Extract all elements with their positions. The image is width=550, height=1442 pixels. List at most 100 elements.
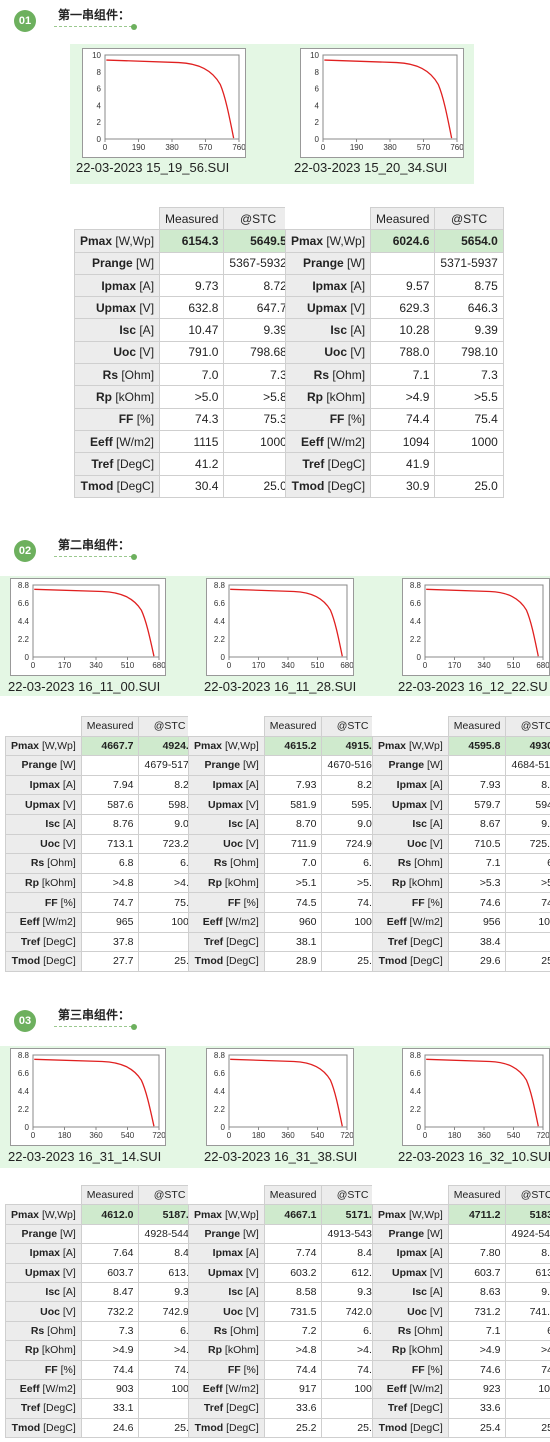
- row-label-unit: [A]: [427, 1286, 443, 1299]
- x-tick-label: 380: [165, 143, 179, 152]
- measured-value: 603.7: [80, 1262, 140, 1283]
- row-label-name: Pmax: [291, 233, 324, 248]
- row-label-unit: [A]: [243, 818, 259, 831]
- row-label-unit: [W/m2]: [112, 434, 155, 449]
- measured-value: 9.57: [370, 273, 436, 298]
- stc-value: [434, 452, 504, 476]
- stc-value: 6.5: [505, 1320, 550, 1342]
- table-row-pmax: Pmax [W,Wp]4595.84930.2: [372, 735, 550, 757]
- row-label-name: Tmod: [80, 479, 114, 494]
- measurement-table: Measured @STC Pmax [W,Wp] 4612.0 5187.2 Prang…: [5, 1184, 201, 1439]
- section-title-dot: [131, 554, 137, 560]
- row-label-unit: [A]: [60, 1247, 76, 1260]
- measured-value: 74.4: [370, 407, 436, 431]
- table-header-row: Measured @STC: [372, 1184, 550, 1206]
- y-tick-label: 2.2: [214, 1105, 226, 1114]
- row-label: Ipmax [A]: [5, 774, 82, 796]
- measured-value: 33.6: [447, 1398, 507, 1419]
- row-label-name: Rs: [397, 857, 412, 870]
- stc-value: 646.3: [434, 296, 504, 320]
- row-label-name: Isc: [45, 818, 61, 831]
- row-label-unit: [W]: [424, 1227, 443, 1240]
- row-label-unit: [%]: [240, 896, 259, 909]
- table-row-tmod: Tmod [DegC]25.425.0: [372, 1417, 550, 1439]
- row-label-name: Prange: [303, 256, 344, 271]
- row-label-name: Isc: [228, 818, 244, 831]
- row-label: Rs [Ohm]: [188, 853, 265, 874]
- row-label: Uoc [V]: [372, 833, 449, 855]
- row-label: FF [%]: [188, 892, 265, 913]
- row-label-unit: [DegC]: [223, 935, 259, 948]
- y-tick-label: 4.4: [214, 617, 226, 626]
- header-measured: Measured: [370, 206, 436, 231]
- row-label-unit: [W]: [240, 1227, 259, 1240]
- measurement-table: Measured @STC Pmax [W,Wp] 6154.3 5649.5 Prang…: [73, 206, 293, 498]
- measured-value: [80, 1223, 140, 1245]
- iv-curve-plot: 8.8 6.6 4.4 2.2 0 0 170 340 510 680: [10, 578, 166, 676]
- x-tick-label: 0: [103, 143, 108, 152]
- measured-value: 74.6: [447, 1359, 507, 1380]
- table-row-rs: Rs [Ohm] 7.1 7.3: [284, 363, 504, 387]
- row-label: Tmod [DegC]: [188, 1417, 265, 1439]
- row-label: Tref [DegC]: [188, 1398, 265, 1419]
- measured-value: 7.80: [447, 1243, 507, 1264]
- measured-value: 956: [447, 911, 507, 933]
- row-label: Pmax [W,Wp]: [372, 1204, 449, 1225]
- row-label-name: FF: [227, 1363, 241, 1376]
- table-row-tref: Tref [DegC] 37.8: [5, 931, 201, 953]
- header-stc: @STC: [505, 716, 550, 737]
- measured-value: 7.93: [447, 774, 507, 796]
- plot-caption: 22-03-2023 16_11_00.SUI: [8, 679, 161, 694]
- table-row-upmax: Upmax [V] 603.7 613.3: [5, 1262, 201, 1283]
- table-header-row: Measured @STC: [284, 206, 504, 231]
- table-row-uoc: Uoc [V] 713.1 723.24: [5, 833, 201, 855]
- row-label: Pmax [W,Wp]: [284, 229, 372, 253]
- row-label: Upmax [V]: [372, 1262, 449, 1283]
- table-row-uoc: Uoc [V] 791.0 798.68: [73, 340, 293, 365]
- x-tick-label: 760: [232, 143, 245, 152]
- table-row-rs: Rs [Ohm] 7.2 6.6: [188, 1320, 384, 1342]
- row-label-unit: [W/m2]: [406, 916, 443, 929]
- table-row-isc: Isc [A] 8.70 9.06: [188, 813, 384, 835]
- table-row-pmax: Pmax [W,Wp] 6024.6 5654.0: [284, 229, 504, 253]
- row-label: Upmax [V]: [372, 794, 449, 815]
- row-label: Eeff [W/m2]: [188, 1378, 265, 1400]
- row-label-name: Isc: [330, 323, 348, 338]
- row-label-name: Tref: [387, 935, 408, 948]
- row-label-unit: [kOhm]: [39, 877, 76, 890]
- row-label-unit: [V]: [427, 1305, 443, 1318]
- x-tick-label: 570: [417, 143, 431, 152]
- measured-value: 965: [80, 911, 140, 933]
- row-label: Eeff [W/m2]: [372, 1378, 449, 1400]
- x-tick-label: 720: [340, 1131, 353, 1140]
- measured-value: 581.9: [263, 794, 323, 815]
- y-tick-label: 8: [315, 68, 320, 77]
- header-measured: Measured: [447, 716, 507, 737]
- row-label-name: FF: [411, 1363, 425, 1376]
- row-label-name: FF: [411, 896, 425, 909]
- measured-value: 8.47: [80, 1281, 140, 1303]
- y-tick-label: 0: [25, 1123, 30, 1132]
- x-tick-label: 340: [89, 661, 103, 670]
- measured-value: 579.7: [447, 794, 507, 815]
- x-tick-label: 190: [132, 143, 146, 152]
- table-row-isc: Isc [A] 8.76 9.08: [5, 813, 201, 835]
- stc-value: 647.7: [223, 296, 293, 320]
- measured-value: >4.8: [263, 1340, 323, 1361]
- row-label: Eeff [W/m2]: [372, 911, 449, 933]
- row-label-name: Eeff: [19, 1383, 40, 1396]
- row-label-unit: [Ohm]: [411, 857, 443, 870]
- table-row-eeff: Eeff [W/m2] 960 1000: [188, 911, 384, 933]
- row-label-name: Eeff: [202, 1383, 223, 1396]
- row-label: Upmax [V]: [188, 1262, 265, 1283]
- y-tick-label: 6.6: [410, 1069, 422, 1078]
- row-label-name: Eeff: [301, 434, 324, 449]
- row-label-name: Tmod: [11, 955, 41, 968]
- measured-value: 7.2: [263, 1320, 323, 1342]
- plot-caption: 22-03-2023 16_31_14.SUI: [8, 1149, 162, 1164]
- row-label-unit: [kOhm]: [39, 1344, 76, 1357]
- header-stc: @STC: [505, 1184, 550, 1206]
- stc-value: >5.1: [505, 872, 550, 894]
- row-label-name: Tmod: [378, 1421, 408, 1434]
- x-tick-label: 680: [152, 661, 165, 670]
